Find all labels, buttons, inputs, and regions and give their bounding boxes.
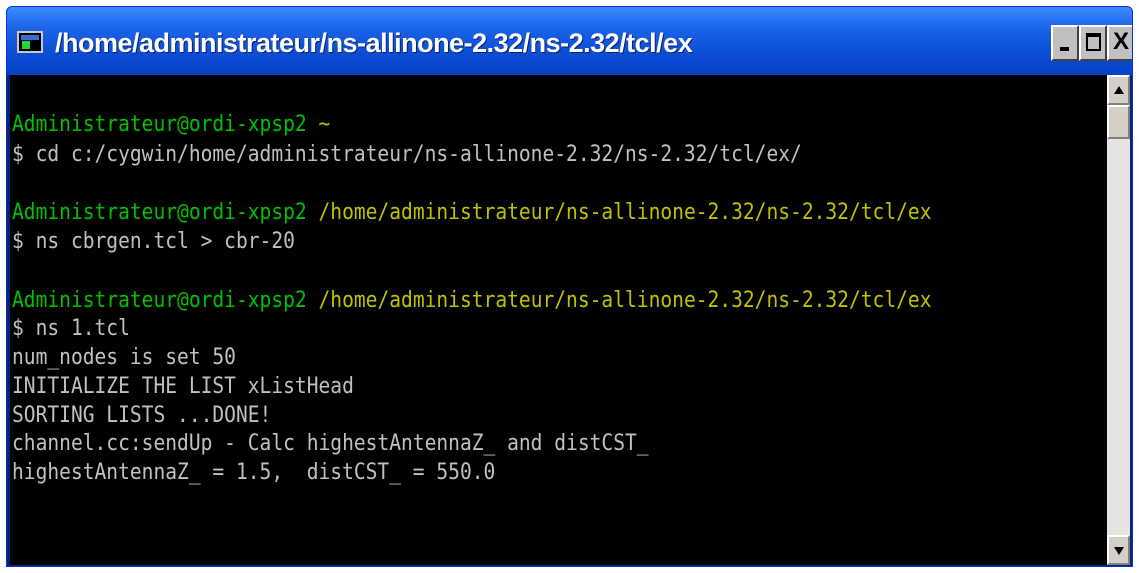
scroll-down-arrow-icon — [1114, 547, 1124, 555]
prompt-line: Administrateur@ordi-xpsp2 ~ — [12, 111, 330, 141]
terminal-window: /home/administrateur/ns-allinone-2.32/ns… — [6, 6, 1133, 567]
terminal-output[interactable]: Administrateur@ordi-xpsp2 ~ $ cd c:/cygw… — [10, 75, 1103, 565]
prompt-line: Administrateur@ordi-xpsp2 /home/administ… — [12, 199, 931, 229]
maximize-icon — [1086, 33, 1101, 51]
scroll-up-button[interactable] — [1107, 75, 1130, 105]
command-line: $ cd c:/cygwin/home/administrateur/ns-al… — [12, 142, 802, 167]
console-area: Administrateur@ordi-xpsp2 ~ $ cd c:/cygw… — [10, 75, 1130, 565]
cygwin-terminal-icon[interactable] — [17, 31, 43, 53]
prompt-path: ~ — [318, 112, 331, 137]
scrollbar-thumb[interactable] — [1107, 105, 1130, 139]
minimize-icon — [1060, 47, 1069, 51]
title-bar[interactable]: /home/administrateur/ns-allinone-2.32/ns… — [7, 7, 1132, 75]
scroll-up-arrow-icon — [1114, 86, 1124, 94]
prompt-path: /home/administrateur/ns-allinone-2.32/ns… — [318, 200, 932, 225]
prompt-path: /home/administrateur/ns-allinone-2.32/ns… — [318, 288, 932, 313]
scroll-down-button[interactable] — [1107, 535, 1130, 565]
output-line: SORTING LISTS ...DONE! — [12, 403, 272, 428]
minimize-button[interactable] — [1051, 25, 1079, 61]
prompt-line: Administrateur@ordi-xpsp2 /home/administ… — [12, 287, 931, 317]
command-line: $ ns 1.tcl — [12, 316, 130, 341]
window-title: /home/administrateur/ns-allinone-2.32/ns… — [55, 28, 693, 58]
output-line: INITIALIZE THE LIST xListHead — [12, 374, 354, 399]
command-line: $ ns cbrgen.tcl > cbr-20 — [12, 229, 295, 254]
close-icon: X — [1112, 28, 1129, 55]
vertical-scrollbar[interactable] — [1107, 75, 1130, 565]
output-line: highestAntennaZ_ = 1.5, distCST_ = 550.0 — [12, 460, 496, 485]
output-line: num_nodes is set 50 — [12, 345, 236, 370]
maximize-button[interactable] — [1079, 25, 1107, 61]
close-button[interactable]: X — [1107, 25, 1132, 61]
output-line: channel.cc:sendUp - Calc highestAntennaZ… — [12, 431, 649, 456]
prompt-user: Administrateur@ordi-xpsp2 — [12, 112, 307, 137]
prompt-user: Administrateur@ordi-xpsp2 — [12, 288, 307, 313]
prompt-user: Administrateur@ordi-xpsp2 — [12, 200, 307, 225]
